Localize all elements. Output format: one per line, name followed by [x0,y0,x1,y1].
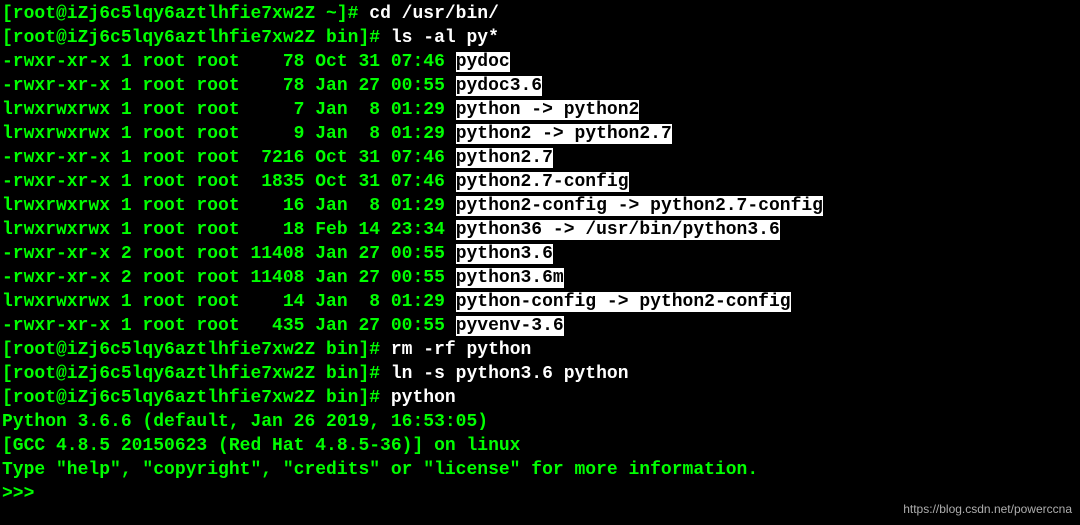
prompt-line-5[interactable]: [root@iZj6c5lqy6aztlhfie7xw2Z bin]# pyth… [2,386,1080,410]
command: ls -al py* [391,28,499,48]
file-name: pydoc [456,52,510,72]
file-perms: -rwxr-xr-x 2 root root 11408 Jan 27 00:5… [2,268,456,288]
file-perms: lrwxrwxrwx 1 root root 9 Jan 8 01:29 [2,124,456,144]
command: cd /usr/bin/ [369,4,499,24]
prompt-line-2[interactable]: [root@iZj6c5lqy6aztlhfie7xw2Z bin]# ls -… [2,26,1080,50]
file-name: python [456,100,521,120]
watermark: https://blog.csdn.net/powerccna [903,497,1072,521]
arrow-icon: -> [607,196,650,216]
file-name: python2.7 [456,148,553,168]
file-name: pyvenv-3.6 [456,316,564,336]
ls-row: -rwxr-xr-x 1 root root 435 Jan 27 00:55 … [2,314,1080,338]
link-target: /usr/bin/python3.6 [585,220,779,240]
file-name: python2 [456,124,532,144]
file-perms: -rwxr-xr-x 2 root root 11408 Jan 27 00:5… [2,244,456,264]
file-name: python-config [456,292,596,312]
prompt: [root@iZj6c5lqy6aztlhfie7xw2Z bin]# [2,364,391,384]
arrow-icon: -> [521,100,564,120]
file-perms: lrwxrwxrwx 1 root root 14 Jan 8 01:29 [2,292,456,312]
file-name: pydoc3.6 [456,76,542,96]
ls-row: -rwxr-xr-x 1 root root 78 Jan 27 00:55 p… [2,74,1080,98]
ls-row: -rwxr-xr-x 1 root root 78 Oct 31 07:46 p… [2,50,1080,74]
file-perms: -rwxr-xr-x 1 root root 1835 Oct 31 07:46 [2,172,456,192]
ls-row: lrwxrwxrwx 1 root root 14 Jan 8 01:29 py… [2,290,1080,314]
python-banner: Python 3.6.6 (default, Jan 26 2019, 16:5… [2,410,1080,434]
ls-row: lrwxrwxrwx 1 root root 9 Jan 8 01:29 pyt… [2,122,1080,146]
file-name: python3.6m [456,268,564,288]
file-perms: lrwxrwxrwx 1 root root 16 Jan 8 01:29 [2,196,456,216]
command: python [391,388,456,408]
file-name: python3.6 [456,244,553,264]
ls-row: -rwxr-xr-x 2 root root 11408 Jan 27 00:5… [2,242,1080,266]
command: ln -s python3.6 python [391,364,629,384]
file-name: python2.7-config [456,172,629,192]
ls-row: lrwxrwxrwx 1 root root 18 Feb 14 23:34 p… [2,218,1080,242]
link-target: python2 [564,100,640,120]
file-perms: -rwxr-xr-x 1 root root 78 Oct 31 07:46 [2,52,456,72]
file-name: python36 [456,220,542,240]
link-target: python2-config [639,292,790,312]
ls-row: -rwxr-xr-x 2 root root 11408 Jan 27 00:5… [2,266,1080,290]
prompt: [root@iZj6c5lqy6aztlhfie7xw2Z bin]# [2,388,391,408]
link-target: python2.7 [575,124,672,144]
terminal-output: [root@iZj6c5lqy6aztlhfie7xw2Z ~]# cd /us… [2,2,1080,506]
python-banner: [GCC 4.8.5 20150623 (Red Hat 4.8.5-36)] … [2,434,1080,458]
file-perms: -rwxr-xr-x 1 root root 435 Jan 27 00:55 [2,316,456,336]
file-perms: -rwxr-xr-x 1 root root 7216 Oct 31 07:46 [2,148,456,168]
ls-row: lrwxrwxrwx 1 root root 7 Jan 8 01:29 pyt… [2,98,1080,122]
prompt: [root@iZj6c5lqy6aztlhfie7xw2Z bin]# [2,340,391,360]
arrow-icon: -> [596,292,639,312]
file-perms: lrwxrwxrwx 1 root root 18 Feb 14 23:34 [2,220,456,240]
prompt-line-4[interactable]: [root@iZj6c5lqy6aztlhfie7xw2Z bin]# ln -… [2,362,1080,386]
ls-row: -rwxr-xr-x 1 root root 7216 Oct 31 07:46… [2,146,1080,170]
file-name: python2-config [456,196,607,216]
prompt: [root@iZj6c5lqy6aztlhfie7xw2Z bin]# [2,28,391,48]
arrow-icon: -> [531,124,574,144]
file-perms: lrwxrwxrwx 1 root root 7 Jan 8 01:29 [2,100,456,120]
arrow-icon: -> [542,220,585,240]
python-banner: Type "help", "copyright", "credits" or "… [2,458,1080,482]
file-perms: -rwxr-xr-x 1 root root 78 Jan 27 00:55 [2,76,456,96]
command: rm -rf python [391,340,531,360]
prompt-line-1[interactable]: [root@iZj6c5lqy6aztlhfie7xw2Z ~]# cd /us… [2,2,1080,26]
ls-row: lrwxrwxrwx 1 root root 16 Jan 8 01:29 py… [2,194,1080,218]
prompt: [root@iZj6c5lqy6aztlhfie7xw2Z ~]# [2,4,369,24]
ls-row: -rwxr-xr-x 1 root root 1835 Oct 31 07:46… [2,170,1080,194]
prompt-line-3[interactable]: [root@iZj6c5lqy6aztlhfie7xw2Z bin]# rm -… [2,338,1080,362]
link-target: python2.7-config [650,196,823,216]
